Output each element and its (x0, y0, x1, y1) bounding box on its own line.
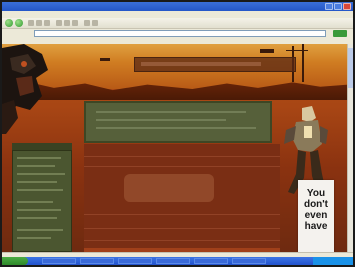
taskbar (2, 257, 353, 265)
desktop-screen: You don't even have (2, 2, 353, 265)
sidebar-link[interactable] (17, 165, 55, 167)
minimize-button[interactable] (325, 3, 333, 10)
content-divider (84, 228, 280, 229)
refresh-icon[interactable] (36, 20, 42, 26)
promo-card-text: You don't even have (298, 188, 334, 232)
window-controls (325, 3, 351, 10)
main-content-area (84, 144, 280, 252)
content-divider (84, 240, 280, 241)
web-page: You don't even have (2, 44, 348, 252)
content-highlight (124, 174, 214, 202)
home-icon[interactable] (44, 20, 50, 26)
aircraft-silhouette (100, 58, 110, 61)
panel-text-line (96, 111, 246, 113)
go-icon[interactable] (333, 30, 347, 37)
sidebar-link[interactable] (17, 181, 57, 183)
robot-illustration-left (2, 44, 48, 134)
promo-card-line: even (304, 210, 328, 221)
panel-text-line (96, 119, 226, 121)
sidebar-link[interactable] (17, 209, 61, 211)
aircraft-silhouette (260, 49, 274, 53)
history-icon[interactable] (72, 20, 78, 26)
taskbar-item[interactable] (156, 258, 190, 264)
content-divider (84, 156, 280, 157)
sidebar-link[interactable] (17, 217, 57, 219)
forward-icon[interactable] (15, 19, 23, 27)
banner-title-text (141, 62, 261, 66)
promo-card-line: You (306, 188, 326, 199)
taskbar-item[interactable] (80, 258, 114, 264)
content-divider (84, 166, 280, 167)
url-input[interactable] (34, 30, 326, 37)
sidebar-link[interactable] (17, 201, 53, 203)
back-icon[interactable] (5, 19, 13, 27)
sidebar-link[interactable] (17, 229, 63, 231)
system-tray (313, 257, 353, 265)
sidebar-link[interactable] (17, 157, 61, 159)
promo-card-line: don't (303, 199, 329, 210)
browser-title-bar[interactable] (2, 2, 353, 11)
taskbar-item[interactable] (232, 258, 266, 264)
taskbar-item[interactable] (42, 258, 76, 264)
start-icon[interactable] (2, 257, 28, 265)
left-sidebar (12, 150, 72, 252)
print-icon[interactable] (92, 20, 98, 26)
sidebar-link[interactable] (17, 189, 63, 191)
panel-text-line (96, 127, 256, 129)
power-line (286, 50, 308, 51)
scrollbar-thumb[interactable] (348, 48, 353, 88)
banner-title-box (134, 57, 296, 72)
taskbar-item[interactable] (194, 258, 228, 264)
close-button[interactable] (343, 3, 351, 10)
mail-icon[interactable] (84, 20, 90, 26)
promo-card-line: have (304, 221, 328, 232)
favorites-icon[interactable] (64, 20, 70, 26)
sidebar-link[interactable] (17, 173, 65, 175)
promo-card: You don't even have (298, 180, 334, 252)
search-icon[interactable] (56, 20, 62, 26)
maximize-button[interactable] (334, 3, 342, 10)
stop-icon[interactable] (28, 20, 34, 26)
taskbar-item[interactable] (118, 258, 152, 264)
browser-toolbar (2, 18, 353, 29)
sidebar-header (12, 143, 72, 150)
vertical-scrollbar[interactable] (347, 44, 353, 252)
content-divider (84, 214, 280, 215)
featured-panel (84, 101, 272, 143)
sidebar-link[interactable] (17, 237, 51, 239)
